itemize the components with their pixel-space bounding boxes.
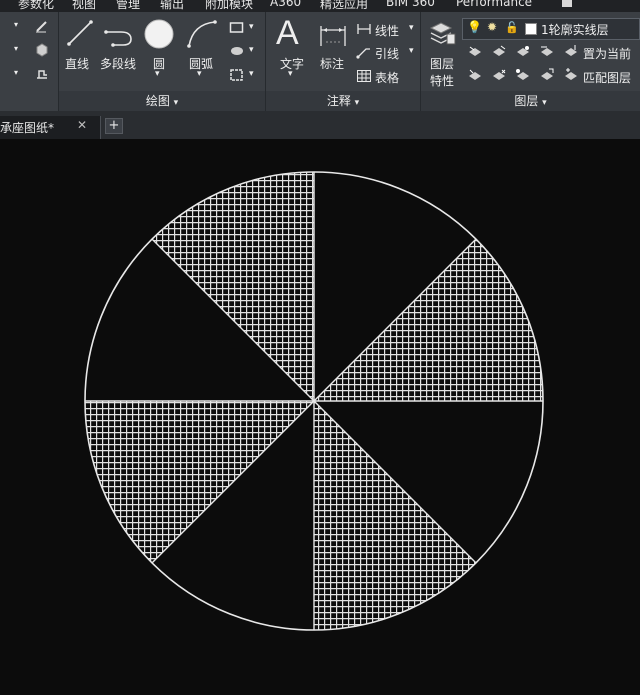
layer-properties-icon[interactable] xyxy=(429,18,457,48)
boundary-icon[interactable] xyxy=(229,68,245,82)
annotation-panel-title-text: 注释 xyxy=(326,94,351,108)
dropdown-arrow-icon[interactable]: ▾ xyxy=(409,23,414,33)
dropdown-arrow-icon[interactable]: ▾ xyxy=(249,69,254,79)
dropdown-arrow-icon[interactable]: ▾ xyxy=(14,44,18,53)
current-layer-name: 1轮廓实线层 xyxy=(541,23,609,37)
cube-icon[interactable] xyxy=(34,42,50,58)
set-current-icon[interactable] xyxy=(563,44,579,58)
menu-output[interactable]: 输出 xyxy=(160,0,184,12)
lightbulb-icon: 💡 xyxy=(467,20,482,34)
menu-a360[interactable]: A360 xyxy=(270,0,301,9)
pencil-icon[interactable] xyxy=(34,18,50,34)
modify-panel-partial: ▾ ▾ ▾ xyxy=(0,12,58,111)
stretch-icon[interactable] xyxy=(34,66,50,82)
polyline-icon[interactable] xyxy=(103,20,137,48)
dimension-icon[interactable] xyxy=(318,20,348,50)
polyline-tool-label[interactable]: 多段线 xyxy=(100,55,136,72)
document-tab-bar: 承座图纸* ✕ + xyxy=(0,111,640,139)
unlock-icon: 🔓 xyxy=(505,21,519,34)
layer-dropdown[interactable]: 💡 ✹ 🔓 1轮廓实线层 xyxy=(462,18,640,40)
menu-parametric[interactable]: 参数化 xyxy=(18,0,54,12)
draw-panel-title[interactable]: 绘图 ▾ xyxy=(59,91,265,111)
menu-bim360[interactable]: BIM 360 xyxy=(386,0,435,9)
layer-properties-label-1[interactable]: 图层 xyxy=(430,55,454,72)
layer-properties-label-2[interactable]: 特性 xyxy=(430,72,454,89)
line-tool-label[interactable]: 直线 xyxy=(65,55,89,72)
arc-icon[interactable] xyxy=(185,18,219,50)
expand-arrow-icon: ▾ xyxy=(354,98,360,108)
rectangle-icon[interactable] xyxy=(229,21,245,35)
draw-panel: 直线 多段线 圆 ▾ 圆弧 ▾ ▾ ▾ ▾ 绘图 ▾ xyxy=(59,12,265,111)
sun-icon: ✹ xyxy=(487,20,498,34)
document-tab[interactable]: 承座图纸* ✕ xyxy=(0,116,101,139)
layer-tool-icon[interactable] xyxy=(539,68,555,82)
menu-featured-apps[interactable]: 精选应用 xyxy=(320,0,368,12)
text-dropdown-icon[interactable]: ▾ xyxy=(288,69,293,79)
drawing-canvas[interactable] xyxy=(0,139,640,691)
linear-tool-label[interactable]: 线性 xyxy=(375,22,399,39)
dimension-tool-label[interactable]: 标注 xyxy=(320,55,344,72)
expand-arrow-icon: ▾ xyxy=(173,98,179,108)
dropdown-arrow-icon[interactable]: ▾ xyxy=(14,68,18,77)
menu-performance[interactable]: Performance xyxy=(456,0,532,9)
annotation-panel-title[interactable]: 注释 ▾ xyxy=(266,91,420,111)
dropdown-arrow-icon[interactable]: ▾ xyxy=(14,20,18,29)
dropdown-arrow-icon[interactable]: ▾ xyxy=(409,46,414,56)
arc-dropdown-icon[interactable]: ▾ xyxy=(197,69,202,79)
linear-dimension-icon[interactable] xyxy=(356,22,372,36)
menu-view[interactable]: 视图 xyxy=(72,0,96,12)
menu-bar: 参数化 视图 管理 输出 附加模块 A360 精选应用 BIM 360 Perf… xyxy=(0,0,640,12)
layer-tool-icon[interactable] xyxy=(491,68,507,82)
layer-tool-icon[interactable] xyxy=(515,44,531,58)
dropdown-arrow-icon[interactable]: ▾ xyxy=(249,45,254,55)
leader-tool-label[interactable]: 引线 xyxy=(375,45,399,62)
close-icon[interactable]: ✕ xyxy=(77,118,87,132)
layer-tool-icon[interactable] xyxy=(467,68,483,82)
annotation-panel: A 文字 ▾ 标注 线性 ▾ 引线 ▾ 表格 注释 ▾ xyxy=(266,12,420,111)
layers-panel: 图层 特性 💡 ✹ 🔓 1轮廓实线层 置为当前 匹配图层 图层 ▾ xyxy=(421,12,640,111)
menu-manage[interactable]: 管理 xyxy=(116,0,140,12)
dropdown-arrow-icon[interactable]: ▾ xyxy=(249,22,254,32)
layers-panel-title-text: 图层 xyxy=(514,94,539,108)
layer-tool-icon[interactable] xyxy=(467,44,483,58)
layer-color-swatch xyxy=(525,23,537,35)
circle-dropdown-icon[interactable]: ▾ xyxy=(155,69,160,79)
set-current-label[interactable]: 置为当前 xyxy=(583,45,631,62)
new-tab-button[interactable]: + xyxy=(105,118,123,134)
drawing-svg xyxy=(84,171,544,631)
layer-tool-icon[interactable] xyxy=(491,44,507,58)
layer-tool-icon[interactable] xyxy=(539,44,555,58)
divider-group xyxy=(85,172,543,630)
workspace-icon[interactable] xyxy=(562,0,572,7)
leader-icon[interactable] xyxy=(356,45,372,59)
hatch-icon[interactable] xyxy=(229,44,245,58)
line-icon[interactable] xyxy=(65,18,95,48)
table-icon[interactable] xyxy=(356,69,372,83)
match-layer-label[interactable]: 匹配图层 xyxy=(583,69,631,86)
layer-tool-icon[interactable] xyxy=(515,68,531,82)
draw-panel-title-text: 绘图 xyxy=(145,94,170,108)
table-tool-label[interactable]: 表格 xyxy=(375,69,399,86)
circle-icon[interactable] xyxy=(143,18,175,50)
document-tab-title: 承座图纸* xyxy=(0,121,55,135)
text-a-icon[interactable]: A xyxy=(276,14,299,53)
match-layer-icon[interactable] xyxy=(563,68,579,82)
layers-panel-title[interactable]: 图层 ▾ xyxy=(421,91,640,111)
expand-arrow-icon: ▾ xyxy=(542,98,547,108)
ribbon: ▾ ▾ ▾ 直线 多段线 圆 ▾ 圆弧 ▾ ▾ ▾ ▾ 绘图 ▾ A 文字 ▾ … xyxy=(0,12,640,111)
menu-addins[interactable]: 附加模块 xyxy=(205,0,253,12)
